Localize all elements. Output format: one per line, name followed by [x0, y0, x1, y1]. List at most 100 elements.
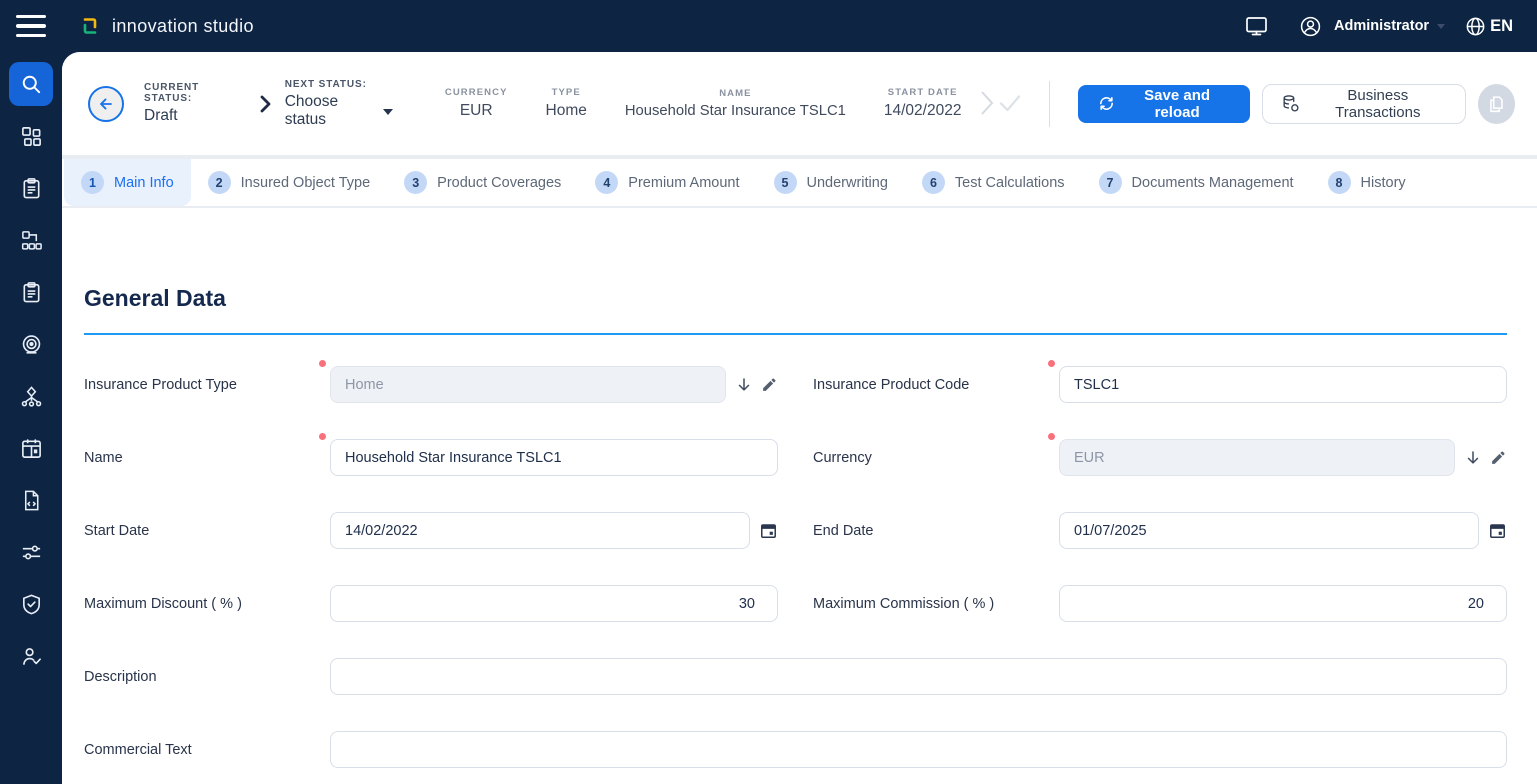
name-field: [330, 439, 778, 476]
divider: [62, 206, 1537, 208]
description-label: Description: [84, 669, 330, 685]
tab-documents-management[interactable]: 7 Documents Management: [1082, 159, 1311, 206]
sidebar-item-clipboard[interactable]: [9, 166, 53, 210]
edit-pencil-icon[interactable]: [761, 376, 778, 393]
sidebar-item-target[interactable]: [9, 322, 53, 366]
name-label: Name: [84, 450, 330, 466]
maximum-commission-label: Maximum Commission ( % ): [813, 596, 1059, 612]
user-check-icon: [20, 645, 43, 668]
commercial-text-field: [330, 731, 1507, 768]
language-selector[interactable]: EN: [1465, 16, 1513, 37]
tab-product-coverages[interactable]: 3 Product Coverages: [387, 159, 578, 206]
insurance-product-type-field: [330, 366, 778, 403]
main-panel: CURRENT STATUS: Draft NEXT STATUS: Choos…: [62, 52, 1537, 784]
end-date-label: End Date: [813, 523, 1059, 539]
clipboard-icon: [20, 177, 43, 200]
shield-check-icon: [20, 593, 43, 616]
business-transactions-button[interactable]: Business Transactions: [1262, 84, 1466, 124]
copy-document-button[interactable]: [1478, 84, 1515, 124]
target-icon: [20, 333, 43, 356]
currency-field: [1059, 439, 1507, 476]
maximum-discount-input[interactable]: [330, 585, 778, 622]
commercial-text-label: Commercial Text: [84, 742, 330, 758]
lookup-arrow-icon[interactable]: [1464, 449, 1482, 467]
sidebar-item-tasks[interactable]: [9, 270, 53, 314]
start-date-input[interactable]: [330, 512, 750, 549]
file-code-icon: [20, 489, 43, 512]
save-and-reload-button[interactable]: Save and reload: [1078, 85, 1249, 123]
maximum-discount-field: [330, 585, 778, 622]
main-content: General Data Insurance Product Type: [62, 285, 1537, 768]
monitor-icon[interactable]: [1244, 14, 1269, 38]
currency-input[interactable]: [1059, 439, 1455, 476]
insurance-product-code-label: Insurance Product Code: [813, 377, 1059, 393]
summary-currency: CURRENCY EUR: [445, 87, 508, 120]
calendar-picker-icon[interactable]: [759, 521, 778, 540]
search-icon: [20, 73, 43, 96]
copy-document-icon: [1485, 93, 1507, 115]
lookup-arrow-icon[interactable]: [735, 376, 753, 394]
required-dot: [319, 360, 326, 367]
next-status-label: NEXT STATUS:: [285, 79, 393, 90]
current-status-value: Draft: [144, 107, 244, 125]
sidebar-item-process-flow[interactable]: [9, 218, 53, 262]
maximum-commission-input[interactable]: [1059, 585, 1507, 622]
language-code: EN: [1490, 17, 1513, 36]
tab-main-info[interactable]: 1 Main Info: [64, 159, 191, 206]
start-date-field: [330, 512, 778, 549]
end-date-input[interactable]: [1059, 512, 1479, 549]
sidebar-item-user-check[interactable]: [9, 634, 53, 678]
breadcrumb-chevron-icon: [977, 88, 997, 123]
required-dot: [1048, 433, 1055, 440]
logo-icon: [78, 14, 102, 38]
summary-name: NAME Household Star Insurance TSLC1: [625, 88, 846, 119]
user-menu-caret-icon[interactable]: [1437, 24, 1445, 29]
status-chevron-icon: [258, 94, 273, 119]
summary-start-date: START DATE 14/02/2022: [884, 87, 962, 120]
tab-insured-object-type[interactable]: 2 Insured Object Type: [191, 159, 388, 206]
status-bar: CURRENT STATUS: Draft NEXT STATUS: Choos…: [62, 52, 1537, 155]
sidebar-item-sliders[interactable]: [9, 530, 53, 574]
hierarchy-icon: [20, 385, 43, 408]
name-input[interactable]: [330, 439, 778, 476]
summary-type: TYPE Home: [546, 87, 587, 120]
current-status: CURRENT STATUS: Draft: [144, 82, 244, 125]
tab-strip: 1 Main Info 2 Insured Object Type 3 Prod…: [62, 159, 1537, 206]
current-status-label: CURRENT STATUS:: [144, 82, 244, 104]
process-flow-icon: [20, 229, 43, 252]
insurance-product-type-input[interactable]: [330, 366, 726, 403]
sidebar-item-calendar[interactable]: [9, 426, 53, 470]
sidebar-item-file-code[interactable]: [9, 478, 53, 522]
sidebar-item-search[interactable]: [9, 62, 53, 106]
tab-history[interactable]: 8 History: [1311, 159, 1423, 206]
sidebar-item-hierarchy[interactable]: [9, 374, 53, 418]
maximum-discount-label: Maximum Discount ( % ): [84, 596, 330, 612]
commercial-text-input[interactable]: [330, 731, 1507, 768]
edit-pencil-icon[interactable]: [1490, 449, 1507, 466]
insurance-product-code-field: [1059, 366, 1507, 403]
tab-premium-amount[interactable]: 4 Premium Amount: [578, 159, 756, 206]
section-title: General Data: [84, 285, 1507, 312]
sliders-icon: [20, 541, 43, 564]
calendar-picker-icon[interactable]: [1488, 521, 1507, 540]
calendar-icon: [20, 437, 43, 460]
description-input[interactable]: [330, 658, 1507, 695]
divider: [1049, 81, 1050, 127]
brand: innovation studio: [78, 14, 254, 38]
workflow-icon: [20, 125, 43, 148]
sidebar-item-shield[interactable]: [9, 582, 53, 626]
chevron-down-icon: [383, 109, 393, 115]
back-button[interactable]: [88, 86, 124, 122]
user-name[interactable]: Administrator: [1334, 18, 1429, 34]
next-status: NEXT STATUS: Choose status: [285, 79, 393, 129]
user-circle-icon[interactable]: [1299, 15, 1322, 38]
insurance-product-type-label: Insurance Product Type: [84, 377, 330, 393]
menu-icon[interactable]: [16, 15, 46, 37]
tasks-clipboard-icon: [20, 281, 43, 304]
tab-underwriting[interactable]: 5 Underwriting: [757, 159, 905, 206]
tab-test-calculations[interactable]: 6 Test Calculations: [905, 159, 1082, 206]
next-status-dropdown[interactable]: Choose status: [285, 93, 393, 129]
insurance-product-code-input[interactable]: [1059, 366, 1507, 403]
sidebar-item-workflow[interactable]: [9, 114, 53, 158]
refresh-icon: [1098, 95, 1115, 112]
